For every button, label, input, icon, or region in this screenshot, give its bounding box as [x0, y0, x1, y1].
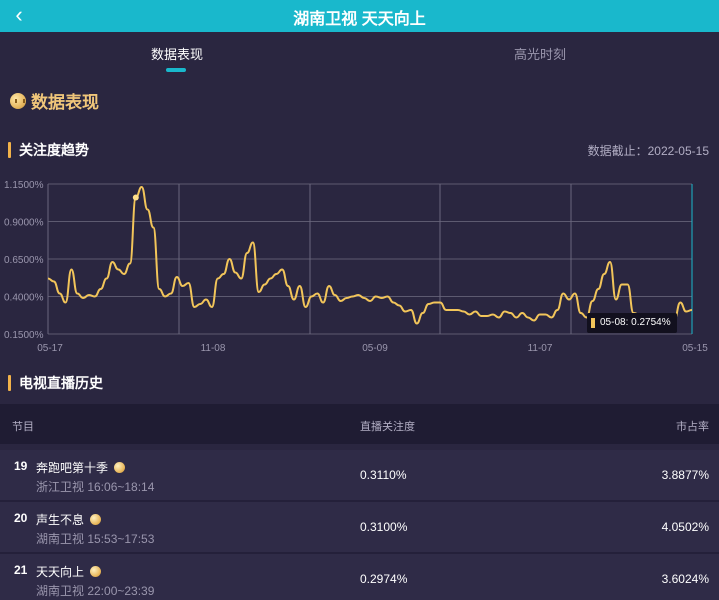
x-tick-label: 05-09: [362, 343, 388, 354]
x-tick-label: 11-07: [528, 343, 553, 354]
program-title: 奔跑吧第十季: [36, 461, 109, 475]
tab-bar: 数据表现 高光时刻: [0, 32, 719, 76]
y-tick-label: 1.1500%: [4, 180, 44, 191]
medal-icon: [90, 566, 102, 577]
column-program: 节目: [12, 421, 34, 433]
row-channel-time: 湖南卫视 22:00~23:39: [36, 584, 155, 598]
table-header: 节目 直播关注度 市占率: [0, 404, 719, 444]
section-title: 数据表现: [31, 93, 99, 112]
x-tick-label: 11-08: [201, 343, 226, 354]
medal-icon: [90, 514, 102, 525]
history-header: 电视直播历史: [8, 373, 103, 393]
section-header: 数据表现: [10, 88, 99, 113]
chart-coin-icon: [10, 92, 26, 109]
row-program-name: 天天向上: [36, 563, 102, 580]
tooltip-text: 05-08: 0.2754%: [600, 317, 671, 328]
chart-tooltip: 05-08: 0.2754%: [587, 313, 677, 333]
section-marker: [8, 142, 11, 158]
row-channel-time: 湖南卫视 15:53~17:53: [36, 532, 155, 546]
column-market-share: 市占率: [676, 421, 709, 433]
section-marker: [8, 375, 11, 391]
row-program-name: 声生不息: [36, 511, 102, 528]
row-market-share: 4.0502%: [661, 520, 709, 534]
trend-title: 关注度趋势: [19, 142, 89, 158]
row-attention: 0.3110%: [360, 468, 407, 482]
column-attention: 直播关注度: [360, 421, 415, 433]
trend-header: 关注度趋势: [8, 140, 89, 160]
y-tick-label: 0.1500%: [4, 330, 44, 341]
program-title: 声生不息: [36, 513, 85, 527]
row-rank: 21: [14, 563, 28, 577]
tab-highlights[interactable]: 高光时刻: [440, 44, 640, 63]
row-rank: 19: [14, 459, 28, 473]
history-title: 电视直播历史: [19, 375, 103, 391]
table-row[interactable]: 20 声生不息 湖南卫视 15:53~17:53 0.3100% 4.0502%: [0, 502, 719, 552]
row-channel-time: 浙江卫视 16:06~18:14: [36, 480, 155, 494]
medal-icon: [114, 462, 126, 473]
y-tick-label: 0.6500%: [4, 255, 44, 266]
row-attention: 0.3100%: [360, 520, 408, 534]
row-program-name: 奔跑吧第十季: [36, 459, 126, 476]
program-title: 天天向上: [36, 565, 85, 579]
y-tick-label: 0.4000%: [4, 293, 44, 304]
peak-point: [132, 194, 139, 201]
series-line: [47, 185, 693, 328]
x-tick-label: 05-17: [37, 343, 63, 354]
app-header: ‹ 湖南卫视 天天向上: [0, 0, 719, 32]
active-tab-indicator: [166, 68, 186, 72]
data-cutoff-date: 数据截止：2022-05-15: [587, 144, 709, 158]
table-row[interactable]: 19 奔跑吧第十季 浙江卫视 16:06~18:14 0.3110% 3.887…: [0, 450, 719, 500]
row-market-share: 3.8877%: [661, 468, 709, 482]
tooltip-marker: [591, 318, 595, 328]
row-rank: 20: [14, 511, 28, 525]
tab-data-performance[interactable]: 数据表现: [77, 44, 277, 63]
y-tick-label: 0.9000%: [4, 218, 44, 229]
row-market-share: 3.6024%: [661, 572, 709, 586]
x-tick-label: 05-15: [682, 343, 708, 354]
table-row[interactable]: 21 天天向上 湖南卫视 22:00~23:39 0.2974% 3.6024%: [0, 554, 719, 600]
page-title: 湖南卫视 天天向上: [293, 11, 426, 28]
row-attention: 0.2974%: [360, 572, 408, 586]
